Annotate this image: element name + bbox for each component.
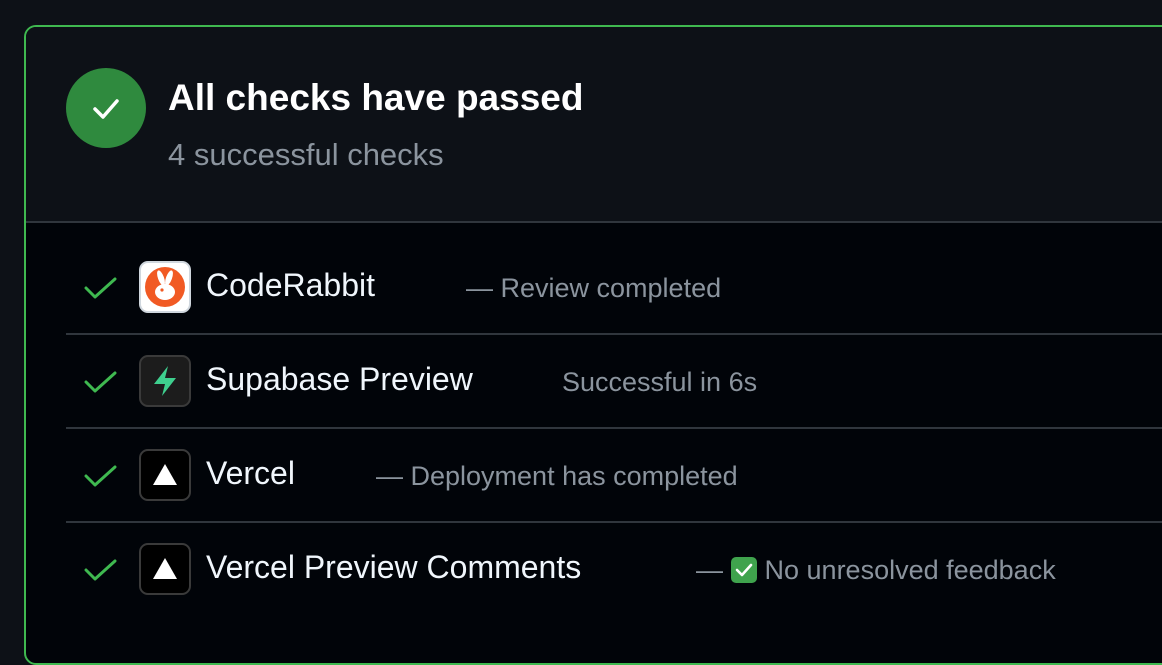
- check-description: — No unresolved feedback: [696, 555, 1056, 586]
- check-icon: [84, 277, 117, 299]
- check-icon: [84, 559, 117, 581]
- check-row-supabase-preview[interactable]: Supabase Preview Successful in 6s: [66, 335, 1162, 429]
- vercel-icon: [139, 449, 191, 501]
- checks-subtitle: 4 successful checks: [168, 137, 444, 172]
- check-row-vercel-preview-comments[interactable]: Vercel Preview Comments — No unresolved …: [66, 523, 1162, 615]
- white-check-mark-emoji: [730, 557, 757, 583]
- check-row-vercel[interactable]: Vercel — Deployment has completed: [66, 429, 1162, 523]
- supabase-icon: [139, 355, 191, 407]
- check-row-coderabbit[interactable]: CodeRabbit — Review completed: [66, 241, 1162, 335]
- checks-title: All checks have passed: [168, 77, 584, 118]
- check-description: — Review completed: [466, 273, 722, 303]
- vercel-icon: [139, 543, 191, 595]
- check-description: — Deployment has completed: [376, 461, 738, 491]
- check-description: Successful in 6s: [562, 367, 758, 397]
- checks-summary-header: All checks have passed 4 successful chec…: [26, 27, 1162, 223]
- check-icon: [84, 465, 117, 487]
- check-name[interactable]: Vercel Preview Comments: [206, 549, 581, 586]
- checks-list: CodeRabbit — Review completed Supabase P…: [66, 241, 1162, 615]
- check-name[interactable]: Vercel: [206, 455, 295, 492]
- coderabbit-icon: [139, 261, 191, 313]
- description-dash: —: [696, 555, 723, 585]
- checks-panel: All checks have passed 4 successful chec…: [24, 25, 1162, 665]
- check-circle-icon: [66, 68, 146, 148]
- check-name[interactable]: CodeRabbit: [206, 267, 375, 304]
- description-text: No unresolved feedback: [764, 555, 1056, 585]
- check-icon: [84, 371, 117, 393]
- check-name[interactable]: Supabase Preview: [206, 361, 473, 398]
